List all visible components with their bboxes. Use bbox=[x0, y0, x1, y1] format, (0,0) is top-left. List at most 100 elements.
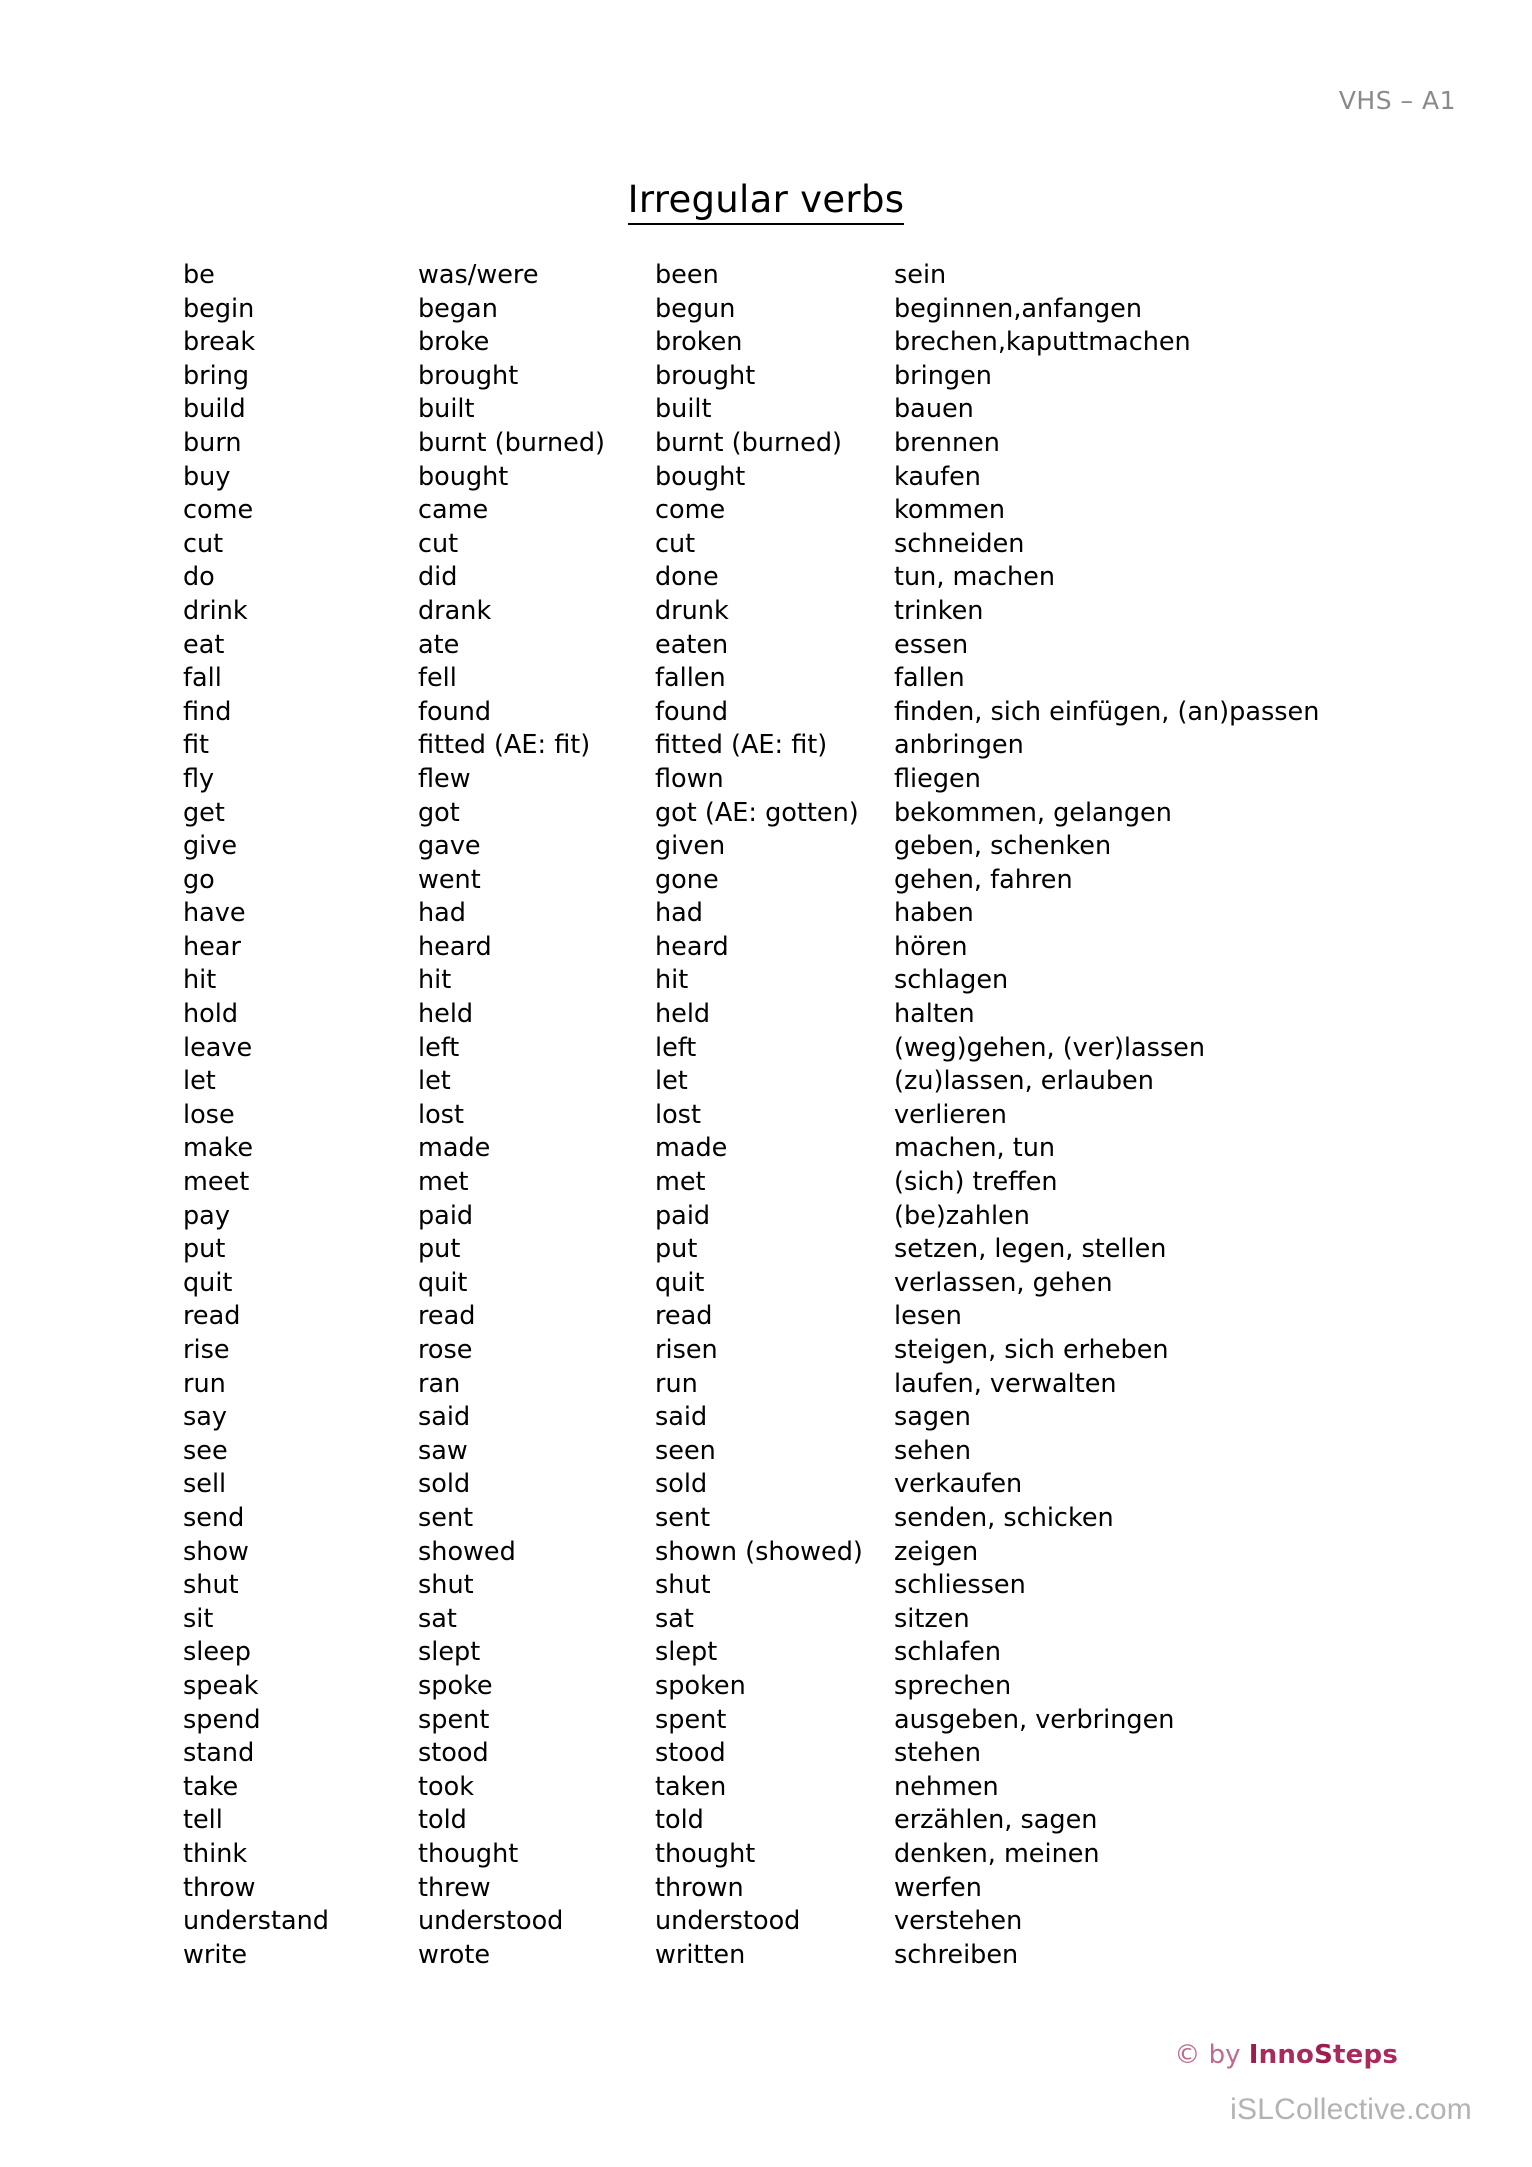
irregular-verbs-table: be was/were been sein begin began begun beginne… bbox=[183, 260, 1443, 1976]
verb-infinitive: eat bbox=[183, 629, 225, 660]
verb-infinitive: go bbox=[183, 864, 215, 895]
verb-past-simple: held bbox=[418, 999, 474, 1030]
verb-german: (be)zahlen bbox=[894, 1200, 1030, 1231]
verb-past-participle: seen bbox=[655, 1435, 716, 1466]
verb-german: fallen bbox=[894, 663, 965, 694]
verb-past-simple: let bbox=[418, 1066, 451, 1097]
verb-past-participle: got (AE: gotten) bbox=[655, 797, 859, 828]
verb-infinitive: be bbox=[183, 260, 215, 290]
brand-name: InnoSteps bbox=[1249, 2040, 1398, 2070]
table-row: hit hit hit schlagen bbox=[183, 968, 1443, 1002]
verb-infinitive: build bbox=[183, 394, 246, 425]
verb-german: schlagen bbox=[894, 965, 1009, 996]
verb-infinitive: pay bbox=[183, 1200, 230, 1231]
verb-infinitive: say bbox=[183, 1402, 228, 1433]
brand-part-4: teps bbox=[1333, 2040, 1398, 2070]
verb-past-participle: gone bbox=[655, 864, 719, 895]
verb-past-simple: came bbox=[418, 495, 489, 526]
verb-past-simple: got bbox=[418, 797, 460, 828]
verb-past-participle: put bbox=[655, 1234, 698, 1265]
table-row: fall fell fallen fallen bbox=[183, 666, 1443, 700]
verb-past-simple: shut bbox=[418, 1570, 474, 1601]
verb-german: setzen, legen, stellen bbox=[894, 1234, 1167, 1265]
verb-german: stehen bbox=[894, 1738, 981, 1769]
table-row: understand understood understood verstehen bbox=[183, 1906, 1443, 1943]
verb-german: kommen bbox=[894, 495, 1005, 526]
verb-past-simple: gave bbox=[418, 831, 481, 862]
verb-past-simple: cut bbox=[418, 528, 459, 559]
verb-infinitive: sleep bbox=[183, 1637, 251, 1668]
verb-german: essen bbox=[894, 629, 969, 660]
verb-past-simple: broke bbox=[418, 327, 490, 358]
verb-past-participle: bought bbox=[655, 461, 746, 492]
verb-past-participle: cut bbox=[655, 528, 696, 559]
verb-german: steigen, sich erheben bbox=[894, 1335, 1169, 1365]
verb-past-simple: built bbox=[418, 394, 475, 425]
verb-past-simple: said bbox=[418, 1402, 471, 1433]
verb-german: sitzen bbox=[894, 1603, 970, 1634]
verb-german: laufen, verwalten bbox=[894, 1368, 1117, 1399]
verb-infinitive: get bbox=[183, 797, 225, 828]
verb-past-participle: paid bbox=[655, 1200, 711, 1231]
verb-past-participle: burnt (burned) bbox=[655, 427, 842, 458]
verb-infinitive: bring bbox=[183, 360, 250, 391]
table-row: see saw seen sehen bbox=[183, 1435, 1443, 1473]
verb-german: denken, meinen bbox=[894, 1838, 1100, 1869]
table-row: fly flew flown fliegen bbox=[183, 763, 1443, 801]
verb-infinitive: make bbox=[183, 1133, 254, 1164]
table-row: rise rose risen steigen, sich erheben bbox=[183, 1335, 1443, 1372]
verb-german: bekommen, gelangen bbox=[894, 797, 1172, 828]
verb-infinitive: throw bbox=[183, 1872, 256, 1903]
verb-german: fliegen bbox=[894, 763, 981, 794]
brand-part-3: S bbox=[1314, 2040, 1334, 2070]
verb-past-participle: flown bbox=[655, 763, 724, 794]
verb-past-simple: heard bbox=[418, 931, 492, 962]
verb-past-simple: took bbox=[418, 1771, 474, 1802]
table-row: run ran run laufen, verwalten bbox=[183, 1368, 1443, 1406]
verb-past-simple: spoke bbox=[418, 1670, 493, 1701]
verb-past-simple: understood bbox=[418, 1906, 564, 1937]
verb-past-simple: brought bbox=[418, 360, 519, 391]
table-row: bring brought brought bringen bbox=[183, 360, 1443, 398]
table-row: tell told told erzählen, sagen bbox=[183, 1808, 1443, 1842]
verb-infinitive: fit bbox=[183, 730, 210, 761]
verb-past-participle: shown (showed) bbox=[655, 1536, 863, 1567]
table-row: drink drank drunk trinken bbox=[183, 598, 1443, 633]
verb-past-participle: sold bbox=[655, 1469, 708, 1500]
verb-past-participle: had bbox=[655, 898, 703, 929]
page-title: Irregular verbs bbox=[0, 178, 1532, 225]
verb-german: verlassen, gehen bbox=[894, 1267, 1113, 1298]
verb-infinitive: give bbox=[183, 831, 238, 862]
table-row: get got got (AE: gotten) bekommen, gelangen bbox=[183, 797, 1443, 835]
verb-german: bauen bbox=[894, 394, 974, 425]
verb-past-simple: made bbox=[418, 1133, 491, 1164]
verb-past-simple: found bbox=[418, 696, 492, 727]
verb-german: ausgeben, verbringen bbox=[894, 1704, 1175, 1735]
table-row: break broke broken brechen,kaputtmachen bbox=[183, 330, 1443, 364]
verb-past-participle: begun bbox=[655, 293, 736, 324]
verb-infinitive: burn bbox=[183, 427, 242, 458]
islcollective-watermark: iSLCollective.com bbox=[1230, 2093, 1472, 2126]
table-row: put put put setzen, legen, stellen bbox=[183, 1237, 1443, 1271]
verb-german: (sich) treffen bbox=[894, 1167, 1058, 1198]
verb-past-participle: spoken bbox=[655, 1670, 746, 1701]
verb-german: lesen bbox=[894, 1301, 962, 1332]
verb-past-participle: met bbox=[655, 1167, 706, 1198]
verb-german: gehen, fahren bbox=[894, 864, 1073, 895]
table-row: think thought thought denken, meinen bbox=[183, 1838, 1443, 1876]
verb-past-simple: went bbox=[418, 864, 481, 895]
verb-past-participle: eaten bbox=[655, 629, 729, 660]
verb-past-participle: fitted (AE: fit) bbox=[655, 730, 828, 761]
verb-infinitive: take bbox=[183, 1771, 239, 1802]
table-row: fit fitted (AE: fit) fitted (AE: fit) anbri… bbox=[183, 733, 1443, 767]
verb-infinitive: shut bbox=[183, 1570, 239, 1601]
verb-infinitive: sit bbox=[183, 1603, 214, 1634]
verb-infinitive: let bbox=[183, 1066, 216, 1097]
verb-past-simple: saw bbox=[418, 1435, 468, 1466]
verb-past-participle: found bbox=[655, 696, 729, 727]
table-row: make made made machen, tun bbox=[183, 1136, 1443, 1170]
verb-past-simple: hit bbox=[418, 965, 452, 996]
verb-german: finden, sich einfügen, (an)passen bbox=[894, 696, 1320, 727]
table-row: spend spent spent ausgeben, verbringen bbox=[183, 1704, 1443, 1742]
verb-past-participle: spent bbox=[655, 1704, 727, 1735]
